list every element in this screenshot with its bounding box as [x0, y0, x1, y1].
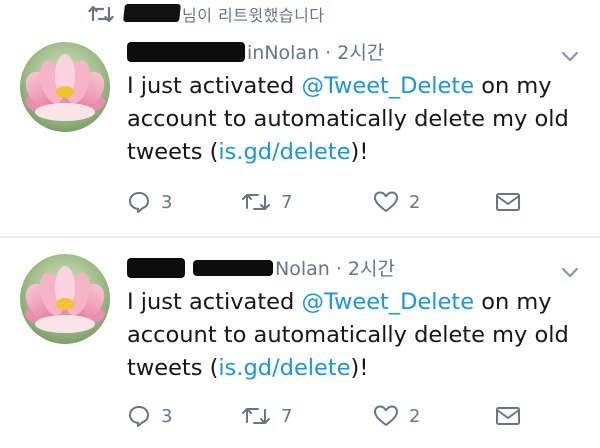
like-count: 2: [409, 191, 421, 213]
tweet-header: inNolan · 2시간: [127, 38, 567, 68]
handle-text[interactable]: inNolan: [247, 42, 319, 64]
retweet-icon: [242, 408, 270, 424]
reply-icon: [129, 192, 149, 213]
reply-button[interactable]: 3: [127, 402, 172, 430]
tweet[interactable]: Nolan · 2시간 I just activated @Tweet_Dele…: [0, 240, 600, 448]
tweet-header: Nolan · 2시간: [127, 254, 567, 284]
reply-count: 3: [161, 405, 173, 427]
timestamp[interactable]: · 2시간: [319, 42, 384, 64]
tweet-text-part: )!: [350, 139, 369, 165]
retweet-context-text: 님이 리트윗했습니다: [182, 6, 325, 25]
redacted-retweeter-name[interactable]: [123, 4, 181, 22]
tweet-divider: [0, 236, 600, 238]
retweet-icon: [242, 194, 270, 210]
tweet-actions: 3 7 2: [127, 188, 527, 216]
retweet-count: 7: [281, 405, 293, 427]
retweet-button[interactable]: 7: [241, 402, 292, 430]
retweet-context: 님이 리트윗했습니다: [0, 0, 600, 32]
envelope-icon: [496, 193, 520, 211]
heart-icon: [374, 405, 398, 426]
tweet-text-part: I just activated: [127, 289, 302, 315]
timestamp[interactable]: · 2시간: [330, 258, 395, 280]
reply-icon: [129, 406, 149, 427]
mention-link[interactable]: @Tweet_Delete: [301, 289, 474, 315]
direct-message-button[interactable]: [495, 188, 521, 216]
retweet-button[interactable]: 7: [241, 188, 292, 216]
tweet-text: I just activated @Tweet_Delete on my acc…: [127, 286, 587, 385]
chevron-down-icon[interactable]: [560, 264, 580, 278]
like-button[interactable]: 2: [373, 188, 420, 216]
retweet-icon: [88, 4, 114, 24]
avatar[interactable]: [20, 42, 110, 132]
tweet-text: I just activated @Tweet_Delete on my acc…: [127, 70, 587, 169]
retweet-count: 7: [281, 191, 293, 213]
redacted-handle[interactable]: [193, 260, 273, 276]
handle-and-time: Nolan · 2시간: [275, 254, 395, 281]
avatar[interactable]: [20, 254, 110, 344]
redacted-display-name[interactable]: [127, 258, 185, 278]
tweet[interactable]: inNolan · 2시간 I just activated @Tweet_De…: [0, 30, 600, 236]
url-link[interactable]: is.gd/delete: [218, 139, 350, 165]
reply-button[interactable]: 3: [127, 188, 172, 216]
direct-message-button[interactable]: [495, 402, 521, 430]
handle-and-time: inNolan · 2시간: [247, 38, 384, 65]
mention-link[interactable]: @Tweet_Delete: [301, 73, 474, 99]
like-button[interactable]: 2: [373, 402, 420, 430]
tweet-text-part: I just activated: [127, 73, 302, 99]
handle-text[interactable]: Nolan: [275, 258, 330, 280]
url-link[interactable]: is.gd/delete: [218, 355, 350, 381]
like-count: 2: [409, 405, 421, 427]
tweet-text-part: )!: [350, 355, 369, 381]
heart-icon: [374, 191, 398, 212]
reply-count: 3: [161, 191, 173, 213]
redacted-display-name[interactable]: [127, 42, 245, 62]
envelope-icon: [496, 407, 520, 425]
chevron-down-icon[interactable]: [560, 48, 580, 62]
tweet-actions: 3 7 2: [127, 402, 527, 430]
